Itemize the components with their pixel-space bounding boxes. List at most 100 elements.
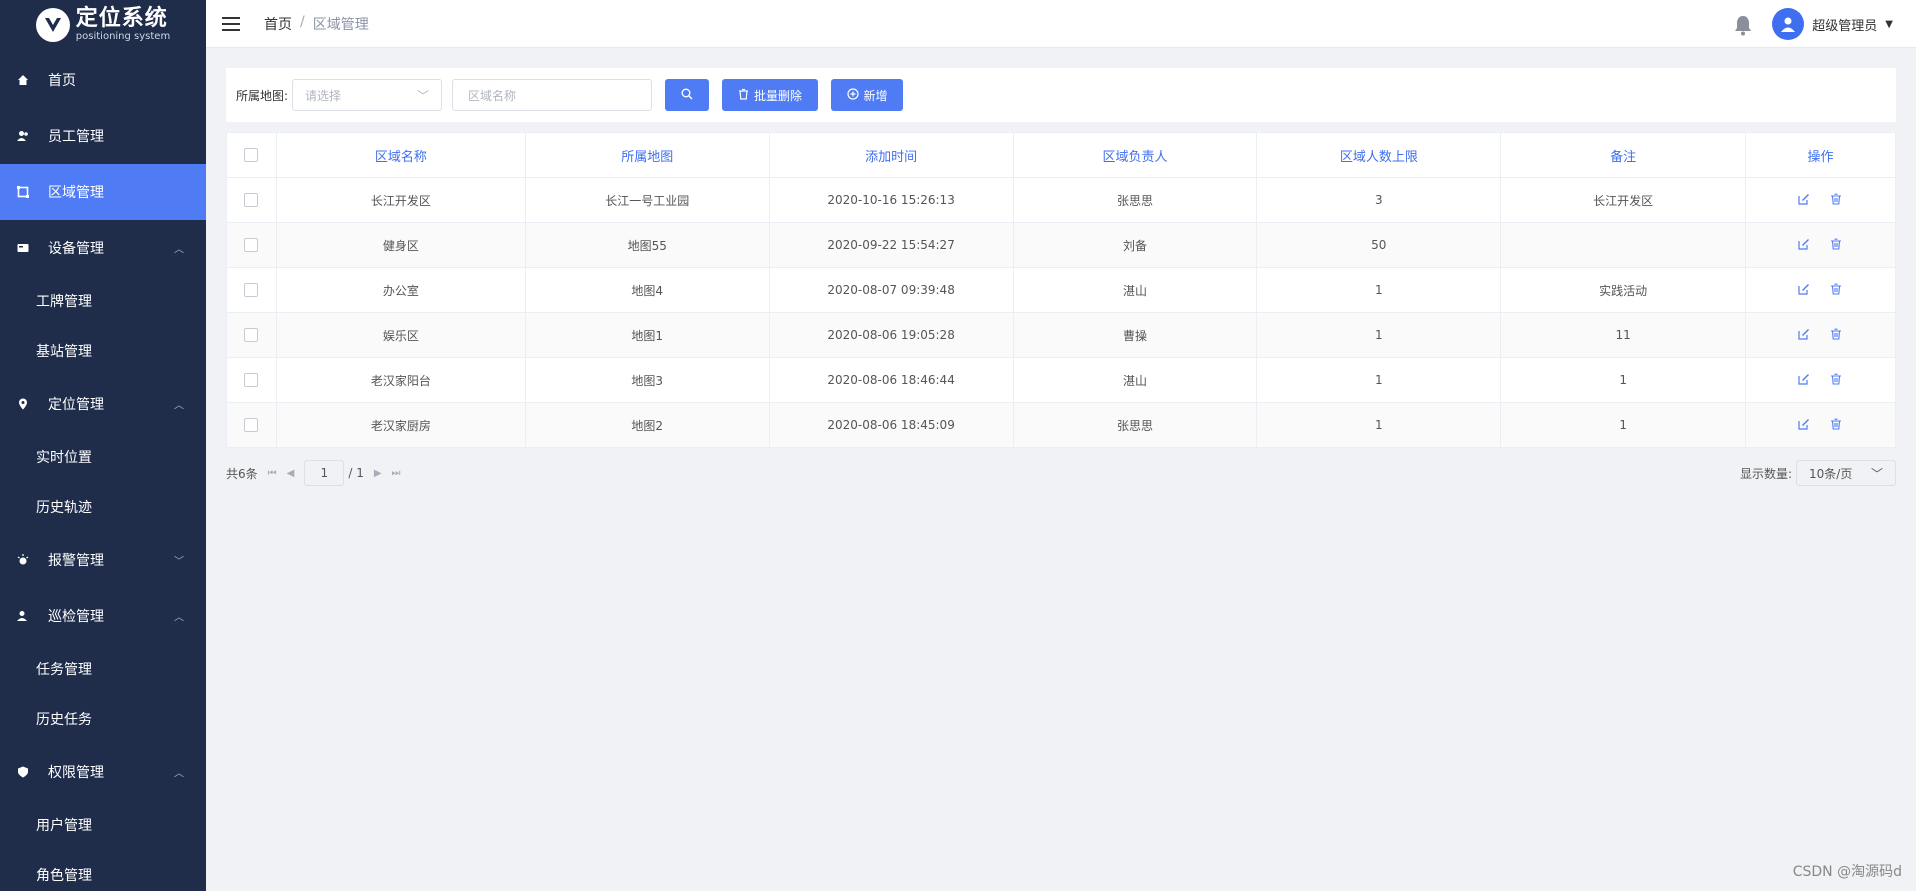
edit-icon[interactable] xyxy=(1797,283,1812,297)
sidebar-item-area[interactable]: 区域管理 xyxy=(0,164,206,220)
row-actions xyxy=(1746,358,1897,403)
row-actions xyxy=(1746,403,1897,448)
caret-down-icon: ▼ xyxy=(1885,18,1893,30)
user-menu[interactable]: 超级管理员 ▼ xyxy=(1772,8,1893,40)
manager-cell: 刘备 xyxy=(1013,223,1258,268)
trash-icon[interactable] xyxy=(1830,193,1844,207)
sidebar-item-label: 设备管理 xyxy=(48,241,104,257)
row-checkbox[interactable] xyxy=(244,238,259,252)
row-checkbox[interactable] xyxy=(244,373,259,387)
area-name-input[interactable]: 区域名称 xyxy=(452,79,653,111)
sidebar-item-station[interactable]: 基站管理 xyxy=(0,326,206,376)
edit-icon[interactable] xyxy=(1797,193,1812,207)
logo-icon xyxy=(35,8,70,42)
sidebar-item-home[interactable]: 首页 xyxy=(0,52,206,108)
capacity-cell: 50 xyxy=(1257,223,1502,268)
sidebar-item-roles[interactable]: 角色管理 xyxy=(0,850,206,891)
remark-cell: 长江开发区 xyxy=(1501,178,1747,223)
edit-icon[interactable] xyxy=(1797,418,1812,432)
search-button[interactable] xyxy=(665,79,710,111)
logo: 定位系统 positioning system xyxy=(0,0,206,50)
watermark: CSDN @淘源码d xyxy=(1792,864,1902,880)
last-page-icon[interactable]: ⏭ xyxy=(392,468,401,479)
map-cell: 地图55 xyxy=(525,223,770,268)
trash-icon[interactable] xyxy=(1830,373,1844,387)
brand-title: 定位系统 xyxy=(75,6,168,31)
trash-icon[interactable] xyxy=(1830,238,1844,252)
next-page-icon[interactable]: ▶ xyxy=(374,468,382,479)
menu-toggle-icon[interactable] xyxy=(222,16,240,31)
alarm-icon xyxy=(16,553,30,567)
sidebar-item-task-history[interactable]: 历史任务 xyxy=(0,694,206,744)
row-actions xyxy=(1746,313,1897,358)
row-checkbox[interactable] xyxy=(244,193,259,207)
trash-icon[interactable] xyxy=(1830,418,1844,432)
sidebar-item-label: 权限管理 xyxy=(48,765,104,781)
sidebar-item-inspection[interactable]: 巡检管理 ︿ xyxy=(0,588,206,644)
manager-cell: 湛山 xyxy=(1013,358,1258,403)
search-icon xyxy=(681,88,693,103)
chevron-up-icon: ︿ xyxy=(174,244,184,256)
edit-icon[interactable] xyxy=(1797,238,1812,252)
page-size-label: 显示数量: xyxy=(1739,466,1792,481)
table-header-row: 区域名称 所属地图 添加时间 区域负责人 区域人数上限 备注 操作 xyxy=(227,133,1897,178)
sidebar-item-label: 定位管理 xyxy=(48,397,104,413)
sidebar-item-alarm[interactable]: 报警管理 ﹀ xyxy=(0,532,206,588)
created-time-cell: 2020-10-16 15:26:13 xyxy=(769,178,1014,223)
column-header: 区域负责人 xyxy=(1013,133,1258,178)
remark-cell: 1 xyxy=(1501,403,1747,448)
trash-icon[interactable] xyxy=(1830,283,1844,297)
edit-icon[interactable] xyxy=(1797,373,1812,387)
sidebar-item-tasks[interactable]: 任务管理 xyxy=(0,644,206,694)
plus-circle-icon xyxy=(846,87,859,103)
area-name-cell: 办公室 xyxy=(276,268,526,313)
sidebar-item-realtime[interactable]: 实时位置 xyxy=(0,432,206,482)
breadcrumb-home[interactable]: 首页 xyxy=(264,14,292,34)
sidebar-item-badge[interactable]: 工牌管理 xyxy=(0,276,206,326)
sidebar-item-permission[interactable]: 权限管理 ︿ xyxy=(0,744,206,800)
map-cell: 地图2 xyxy=(525,403,770,448)
page-size-select[interactable]: 10条/页 ﹀ xyxy=(1796,460,1896,486)
area-name-cell: 健身区 xyxy=(276,223,526,268)
column-header: 区域名称 xyxy=(276,133,526,178)
area-name-cell: 娱乐区 xyxy=(276,313,526,358)
remark-cell: 11 xyxy=(1501,313,1747,358)
table-row: 健身区 地图55 2020-09-22 15:54:27 刘备 50 xyxy=(227,223,1897,268)
edit-icon[interactable] xyxy=(1797,328,1812,342)
first-page-icon[interactable]: ⏮ xyxy=(268,468,277,479)
trash-icon xyxy=(738,88,749,103)
sidebar-item-label: 巡检管理 xyxy=(48,609,104,625)
sidebar-item-staff[interactable]: 员工管理 xyxy=(0,108,206,164)
batch-delete-button[interactable]: 批量删除 xyxy=(722,79,819,111)
users-icon xyxy=(16,129,30,143)
created-time-cell: 2020-08-06 19:05:28 xyxy=(769,313,1014,358)
row-checkbox[interactable] xyxy=(244,418,259,432)
select-all-checkbox[interactable] xyxy=(244,148,259,162)
chevron-down-icon: ﹀ xyxy=(417,88,430,103)
sidebar-item-track[interactable]: 历史轨迹 xyxy=(0,482,206,532)
remark-cell xyxy=(1501,223,1747,268)
area-name-cell: 长江开发区 xyxy=(276,178,526,223)
created-time-cell: 2020-08-06 18:46:44 xyxy=(769,358,1014,403)
avatar xyxy=(1772,8,1805,40)
sidebar-item-device[interactable]: 设备管理 ︿ xyxy=(0,220,206,276)
bell-icon[interactable] xyxy=(1733,14,1753,36)
map-select[interactable]: 请选择 ﹀ xyxy=(292,79,443,111)
sidebar-item-location[interactable]: 定位管理 ︿ xyxy=(0,376,206,432)
breadcrumb-separator: / xyxy=(300,13,305,30)
row-checkbox[interactable] xyxy=(244,283,259,297)
device-icon xyxy=(16,241,30,255)
column-header: 添加时间 xyxy=(769,133,1014,178)
manager-cell: 张思思 xyxy=(1013,403,1258,448)
created-time-cell: 2020-09-22 15:54:27 xyxy=(769,223,1014,268)
row-checkbox[interactable] xyxy=(244,328,259,342)
shield-icon xyxy=(16,765,30,779)
remark-cell: 实践活动 xyxy=(1501,268,1747,313)
sidebar-item-users[interactable]: 用户管理 xyxy=(0,800,206,850)
page-number-input[interactable]: 1 xyxy=(304,460,345,486)
map-cell: 长江一号工业园 xyxy=(525,178,770,223)
trash-icon[interactable] xyxy=(1830,328,1844,342)
sidebar-item-label: 报警管理 xyxy=(48,553,104,569)
prev-page-icon[interactable]: ◀ xyxy=(287,468,295,479)
add-button[interactable]: 新增 xyxy=(831,79,904,111)
